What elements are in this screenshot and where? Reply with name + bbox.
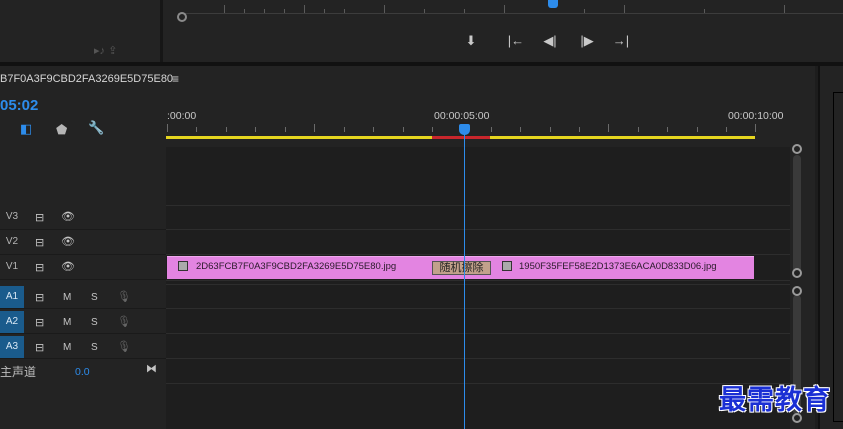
video-tracks-scrollbar[interactable] bbox=[793, 155, 801, 273]
master-expand-icon[interactable]: ⧓ bbox=[146, 362, 157, 375]
eye-icon[interactable]: 👁 bbox=[61, 235, 75, 248]
wrench-icon[interactable]: 🔧 bbox=[88, 120, 104, 136]
mute-button[interactable]: M bbox=[63, 292, 71, 303]
playhead-handle[interactable] bbox=[459, 124, 470, 135]
track-header-a2[interactable]: A2 ⊟ M S 🎙 bbox=[0, 310, 166, 334]
transition-effect[interactable]: 随机擦除 bbox=[432, 261, 491, 275]
scroll-handle-bottom[interactable] bbox=[792, 268, 802, 278]
track-row-a2[interactable] bbox=[166, 309, 790, 334]
track-label[interactable]: V2 bbox=[0, 231, 24, 253]
watermark-logo: 最需教育 bbox=[719, 385, 831, 416]
track-row-v3[interactable] bbox=[166, 205, 790, 230]
mark-in-button[interactable]: |← bbox=[507, 33, 525, 49]
playhead-timecode[interactable]: 05:02 bbox=[0, 97, 38, 114]
monitor-mini-ruler[interactable] bbox=[178, 0, 843, 14]
monitor-zoom-handle[interactable] bbox=[177, 12, 187, 22]
sync-lock-icon[interactable]: ⊟ bbox=[35, 211, 44, 224]
render-bar-red bbox=[432, 136, 490, 139]
step-forward-icon: |▶ bbox=[580, 33, 594, 48]
go-to-in-icon: |← bbox=[507, 33, 525, 48]
clip-name-left: 2D63FCB7F0A3F9CBD2FA3269E5D75E80.jpg bbox=[196, 261, 397, 272]
track-label[interactable]: V3 bbox=[0, 206, 24, 228]
track-header-v2[interactable]: V2 ⊟ 👁 bbox=[0, 231, 166, 255]
track-label[interactable]: A2 bbox=[0, 311, 24, 333]
microphone-icon[interactable]: 🎙 bbox=[117, 315, 131, 328]
sync-lock-icon[interactable]: ⊟ bbox=[35, 236, 44, 249]
step-back-icon: ◀| bbox=[543, 33, 557, 48]
track-label[interactable]: A3 bbox=[0, 336, 24, 358]
solo-button[interactable]: S bbox=[91, 342, 98, 353]
solo-button[interactable]: S bbox=[91, 292, 98, 303]
sync-lock-icon[interactable]: ⊟ bbox=[35, 341, 44, 354]
playhead-line[interactable] bbox=[464, 125, 465, 429]
monitor-playhead[interactable] bbox=[548, 0, 558, 8]
mute-button[interactable]: M bbox=[63, 342, 71, 353]
ruler-label: :00:00 bbox=[167, 110, 197, 122]
panel-menu-icon[interactable]: ≡ bbox=[172, 72, 179, 86]
track-header-v1[interactable]: V1 ⊟ 👁 bbox=[0, 256, 166, 280]
step-forward-button[interactable]: |▶ bbox=[578, 33, 596, 49]
snap-icon[interactable]: ◧ bbox=[20, 121, 32, 137]
track-label[interactable]: A1 bbox=[0, 286, 24, 308]
eye-icon[interactable]: 👁 bbox=[61, 260, 75, 273]
clip-name-right: 1950F35FEF58E2D1373E6ACA0D833D06.jpg bbox=[519, 261, 717, 272]
fx-badge-icon bbox=[178, 261, 188, 271]
sequence-tab-title[interactable]: B7F0A3F9CBD2FA3269E5D75E80 bbox=[0, 73, 173, 85]
audio-output-icons[interactable]: ▸♪ ⇪ bbox=[94, 44, 117, 57]
solo-button[interactable]: S bbox=[91, 317, 98, 328]
add-marker-button[interactable]: ⬇ bbox=[462, 33, 480, 49]
linked-selection-icon[interactable]: ⬟ bbox=[56, 122, 67, 138]
microphone-icon[interactable]: 🎙 bbox=[117, 290, 131, 303]
master-track-label: 主声道 bbox=[0, 365, 37, 379]
track-header-v3[interactable]: V3 ⊟ 👁 bbox=[0, 206, 166, 230]
step-back-button[interactable]: ◀| bbox=[541, 33, 559, 49]
scroll-handle-top[interactable] bbox=[792, 144, 802, 154]
track-header-a3[interactable]: A3 ⊟ M S 🎙 bbox=[0, 335, 166, 359]
right-panel-frame bbox=[833, 92, 843, 422]
track-label[interactable]: V1 bbox=[0, 256, 24, 278]
source-panel bbox=[0, 0, 160, 62]
track-row-a3[interactable] bbox=[166, 334, 790, 359]
ruler-label: 00:00:10:00 bbox=[728, 110, 784, 122]
marker-icon: ⬇ bbox=[465, 33, 477, 48]
microphone-icon[interactable]: 🎙 bbox=[117, 340, 131, 353]
track-row-master[interactable] bbox=[166, 359, 790, 384]
track-row-v2[interactable] bbox=[166, 230, 790, 255]
scroll-handle-top[interactable] bbox=[792, 286, 802, 296]
fx-badge-icon bbox=[502, 261, 512, 271]
sync-lock-icon[interactable]: ⊟ bbox=[35, 261, 44, 274]
track-row-a1[interactable] bbox=[166, 284, 790, 309]
eye-icon[interactable]: 👁 bbox=[61, 210, 75, 223]
go-to-out-icon: →| bbox=[612, 33, 630, 48]
sync-lock-icon[interactable]: ⊟ bbox=[35, 316, 44, 329]
sync-lock-icon[interactable]: ⊟ bbox=[35, 291, 44, 304]
master-volume-value[interactable]: 0.0 bbox=[75, 366, 90, 378]
track-header-a1[interactable]: A1 ⊟ M S 🎙 bbox=[0, 285, 166, 309]
mute-button[interactable]: M bbox=[63, 317, 71, 328]
ruler-label: 00:00:05:00 bbox=[434, 110, 490, 122]
go-to-out-button[interactable]: →| bbox=[612, 33, 630, 49]
